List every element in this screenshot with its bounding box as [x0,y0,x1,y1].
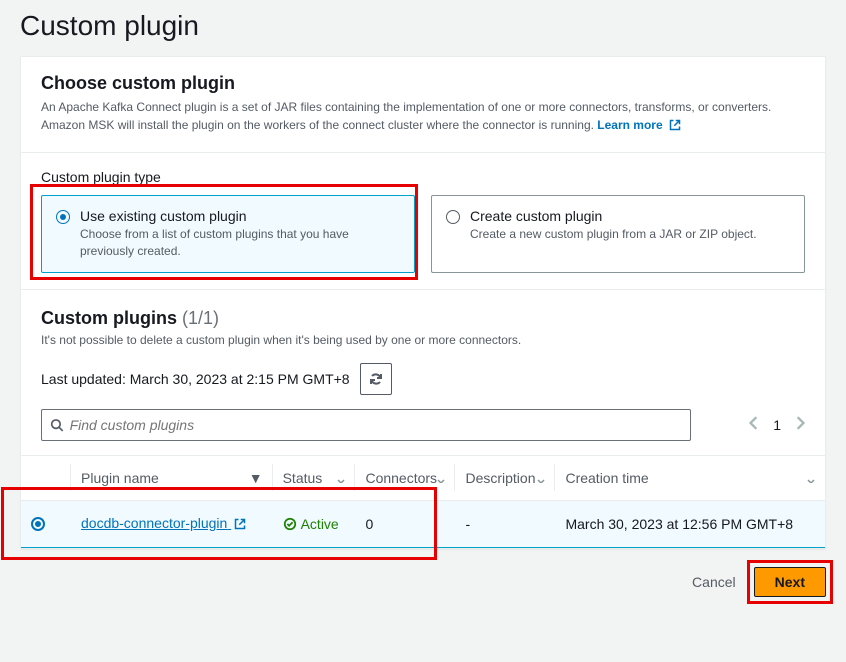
option-use-existing[interactable]: Use existing custom plugin Choose from a… [41,195,415,273]
cancel-button[interactable]: Cancel [692,574,736,590]
plugins-header: Custom plugins (1/1) It's not possible t… [21,290,825,357]
description-cell: - [455,500,555,547]
next-page-button[interactable] [795,416,805,433]
external-link-icon [669,118,681,136]
custom-plugin-panel: Choose custom plugin An Apache Kafka Con… [20,56,826,549]
creation-cell: March 30, 2023 at 12:56 PM GMT+8 [555,500,825,547]
external-link-icon [234,517,246,533]
prev-page-button[interactable] [749,416,759,433]
refresh-icon [368,371,384,387]
learn-more-link[interactable]: Learn more [597,118,681,132]
sort-icon [537,470,545,486]
refresh-button[interactable] [360,363,392,395]
plugin-name-link[interactable]: docdb-connector-plugin [81,515,246,531]
col-connectors[interactable]: Connectors [355,455,455,500]
row-select-radio[interactable] [31,517,45,531]
radio-icon [56,210,70,224]
choose-header: Choose custom plugin An Apache Kafka Con… [21,57,825,152]
page-number: 1 [773,417,781,433]
table-row[interactable]: docdb-connector-plugin Active [21,500,825,547]
sort-icon: ▼ [249,470,263,486]
choose-description: An Apache Kafka Connect plugin is a set … [41,98,805,136]
last-updated: Last updated: March 30, 2023 at 2:15 PM … [41,371,350,387]
search-box[interactable] [41,409,691,441]
plugin-type-section: Custom plugin type Use existing custom p… [21,153,825,289]
plugin-type-label: Custom plugin type [41,169,805,185]
plugins-count: (1/1) [182,308,219,328]
check-circle-icon [283,517,297,531]
plugins-note: It's not possible to delete a custom plu… [41,333,805,347]
option-desc: Choose from a list of custom plugins tha… [80,226,400,260]
sort-icon [437,470,445,486]
status-badge: Active [283,516,339,532]
choose-heading: Choose custom plugin [41,73,805,94]
col-description[interactable]: Description [455,455,555,500]
option-desc: Create a new custom plugin from a JAR or… [470,226,757,243]
col-status[interactable]: Status [273,455,356,500]
sort-icon [807,470,815,486]
col-creation-time[interactable]: Creation time [555,455,825,500]
page-title: Custom plugin [0,0,846,56]
wizard-footer: Cancel Next [0,549,846,615]
option-title: Use existing custom plugin [80,208,400,224]
search-input[interactable] [70,417,682,433]
sort-icon [337,470,345,486]
connectors-cell: 0 [355,500,455,547]
option-create-new[interactable]: Create custom plugin Create a new custom… [431,195,805,273]
option-title: Create custom plugin [470,208,757,224]
radio-icon [446,210,460,224]
search-icon [50,418,64,432]
plugins-table: Plugin name ▼ Status Connectors Desc [21,455,825,548]
pagination: 1 [749,416,805,433]
plugins-heading: Custom plugins [41,308,177,328]
next-button[interactable]: Next [754,567,826,597]
col-plugin-name[interactable]: Plugin name ▼ [71,455,273,500]
